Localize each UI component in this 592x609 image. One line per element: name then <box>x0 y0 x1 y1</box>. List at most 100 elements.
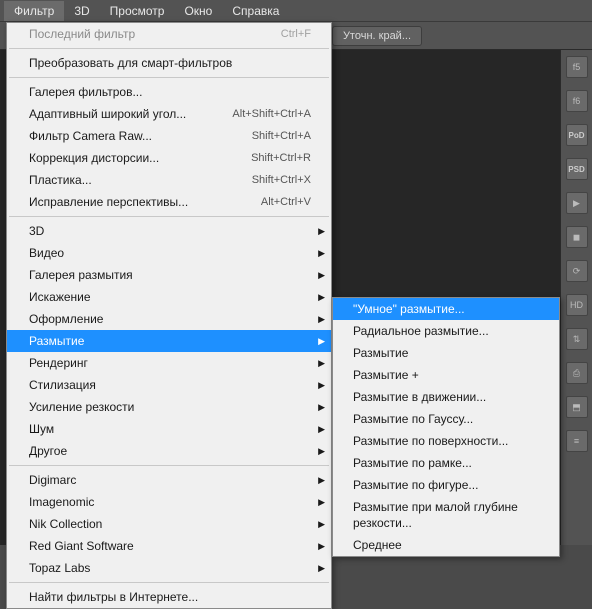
menu-item[interactable]: Галерея размытия ▶ <box>7 264 331 286</box>
menu-item[interactable]: Topaz Labs ▶ <box>7 557 331 579</box>
menu-item[interactable]: Nik Collection▶ <box>7 513 331 535</box>
submenu-item[interactable]: Размытие + <box>333 364 559 386</box>
menu-item[interactable]: Размытие▶ <box>7 330 331 352</box>
panel-icon-0[interactable]: f5 <box>566 56 588 78</box>
menu-item[interactable]: Оформление▶ <box>7 308 331 330</box>
submenu-item[interactable]: "Умное" размытие... <box>333 298 559 320</box>
menu-item[interactable]: Red Giant Software▶ <box>7 535 331 557</box>
menu-item[interactable]: Digimarc ▶ <box>7 469 331 491</box>
menu-shortcut: Alt+Ctrl+V <box>261 194 311 210</box>
submenu-item[interactable]: Размытие в движении... <box>333 386 559 408</box>
submenu-arrow-icon: ▶ <box>318 399 325 415</box>
menu-item-label: Imagenomic <box>29 494 94 510</box>
menubar-item-3d[interactable]: 3D <box>64 1 99 21</box>
submenu-item-label: Размытие + <box>353 367 419 383</box>
menu-item-label: Найти фильтры в Интернете... <box>29 589 198 605</box>
menu-item-label: Другое <box>29 443 67 459</box>
submenu-arrow-icon: ▶ <box>318 421 325 437</box>
menubar-item-справка[interactable]: Справка <box>222 1 289 21</box>
panel-icon-1[interactable]: f6 <box>566 90 588 112</box>
panel-icon-10[interactable]: ⬒ <box>566 396 588 418</box>
menu-item-label: Преобразовать для смарт-фильтров <box>29 55 232 71</box>
submenu-arrow-icon: ▶ <box>318 377 325 393</box>
submenu-item[interactable]: Размытие <box>333 342 559 364</box>
menu-item[interactable]: Найти фильтры в Интернете... <box>7 586 331 608</box>
menu-item-label: Nik Collection <box>29 516 102 532</box>
submenu-item[interactable]: Размытие при малой глубине резкости... <box>333 496 559 534</box>
menu-item[interactable]: Шум ▶ <box>7 418 331 440</box>
menu-item-label: Размытие <box>29 333 84 349</box>
menu-shortcut: Shift+Ctrl+R <box>251 150 311 166</box>
submenu-arrow-icon: ▶ <box>318 472 325 488</box>
menu-separator <box>9 77 329 78</box>
menu-item[interactable]: Фильтр Camera Raw...Shift+Ctrl+A <box>7 125 331 147</box>
menu-item[interactable]: Другое▶ <box>7 440 331 462</box>
menu-item[interactable]: Коррекция дисторсии... Shift+Ctrl+R <box>7 147 331 169</box>
menu-item-label: Галерея фильтров... <box>29 84 142 100</box>
menu-item-label: Последний фильтр <box>29 26 135 42</box>
panel-icon-3[interactable]: PSD <box>566 158 588 180</box>
submenu-arrow-icon: ▶ <box>318 289 325 305</box>
menu-item-label: Коррекция дисторсии... <box>29 150 159 166</box>
panel-icon-11[interactable]: ≡ <box>566 430 588 452</box>
submenu-item-label: Размытие по рамке... <box>353 455 472 471</box>
panel-icon-5[interactable]: ◼ <box>566 226 588 248</box>
menu-item[interactable]: Усиление резкости▶ <box>7 396 331 418</box>
panel-icon-8[interactable]: ⇅ <box>566 328 588 350</box>
menu-item[interactable]: Видео ▶ <box>7 242 331 264</box>
menu-item-label: Адаптивный широкий угол... <box>29 106 186 122</box>
submenu-item[interactable]: Размытие по Гауссу... <box>333 408 559 430</box>
submenu-item[interactable]: Размытие по рамке... <box>333 452 559 474</box>
menu-item[interactable]: Рендеринг▶ <box>7 352 331 374</box>
menubar-item-фильтр[interactable]: Фильтр <box>4 1 64 21</box>
menu-item[interactable]: Исправление перспективы... Alt+Ctrl+V <box>7 191 331 213</box>
menu-item[interactable]: 3D▶ <box>7 220 331 242</box>
submenu-arrow-icon: ▶ <box>318 245 325 261</box>
submenu-arrow-icon: ▶ <box>318 560 325 576</box>
submenu-arrow-icon: ▶ <box>318 223 325 239</box>
menu-item-label: Видео <box>29 245 64 261</box>
menu-shortcut: Alt+Shift+Ctrl+A <box>232 106 311 122</box>
panel-icon-9[interactable]: ⎙ <box>566 362 588 384</box>
menu-item[interactable]: Искажение▶ <box>7 286 331 308</box>
submenu-item-label: Среднее <box>353 537 402 553</box>
menu-item[interactable]: Imagenomic▶ <box>7 491 331 513</box>
submenu-item[interactable]: Радиальное размытие... <box>333 320 559 342</box>
panel-icon-2[interactable]: PoD <box>566 124 588 146</box>
menu-item-label: Оформление <box>29 311 103 327</box>
menu-item[interactable]: Преобразовать для смарт-фильтров <box>7 52 331 74</box>
menu-item[interactable]: Пластика...Shift+Ctrl+X <box>7 169 331 191</box>
menu-item-label: Шум <box>29 421 54 437</box>
right-panel: f5 f6 PoD PSD ▶ ◼ ⟳ HD ⇅ ⎙ ⬒ ≡ <box>560 50 592 545</box>
submenu-item-label: Размытие по Гауссу... <box>353 411 473 427</box>
submenu-item[interactable]: Среднее <box>333 534 559 556</box>
menu-item-label: Галерея размытия <box>29 267 133 283</box>
submenu-item-label: Размытие <box>353 345 408 361</box>
menu-item-label: Topaz Labs <box>29 560 90 576</box>
menu-shortcut: Ctrl+F <box>281 26 311 42</box>
submenu-item[interactable]: Размытие по фигуре... <box>333 474 559 496</box>
menubar-item-окно[interactable]: Окно <box>174 1 222 21</box>
menu-item: Последний фильтр Ctrl+F <box>7 23 331 45</box>
menu-item-label: Digimarc <box>29 472 76 488</box>
menu-separator <box>9 465 329 466</box>
menubar-item-просмотр[interactable]: Просмотр <box>100 1 175 21</box>
panel-icon-6[interactable]: ⟳ <box>566 260 588 282</box>
menu-item-label: Исправление перспективы... <box>29 194 188 210</box>
submenu-item[interactable]: Размытие по поверхности... <box>333 430 559 452</box>
menu-item[interactable]: Галерея фильтров... <box>7 81 331 103</box>
menu-separator <box>9 216 329 217</box>
menu-item[interactable]: Стилизация ▶ <box>7 374 331 396</box>
submenu-arrow-icon: ▶ <box>318 267 325 283</box>
submenu-arrow-icon: ▶ <box>318 355 325 371</box>
submenu-item-label: Размытие в движении... <box>353 389 486 405</box>
menu-item-label: Фильтр Camera Raw... <box>29 128 152 144</box>
submenu-item-label: "Умное" размытие... <box>353 301 465 317</box>
panel-icon-4[interactable]: ▶ <box>566 192 588 214</box>
menu-item-label: Стилизация <box>29 377 96 393</box>
refine-edge-button[interactable]: Уточн. край... <box>332 26 422 46</box>
menu-item[interactable]: Адаптивный широкий угол... Alt+Shift+Ctrl… <box>7 103 331 125</box>
panel-icon-7[interactable]: HD <box>566 294 588 316</box>
submenu-item-label: Размытие при малой глубине резкости... <box>353 499 543 531</box>
menu-shortcut: Shift+Ctrl+X <box>252 172 311 188</box>
